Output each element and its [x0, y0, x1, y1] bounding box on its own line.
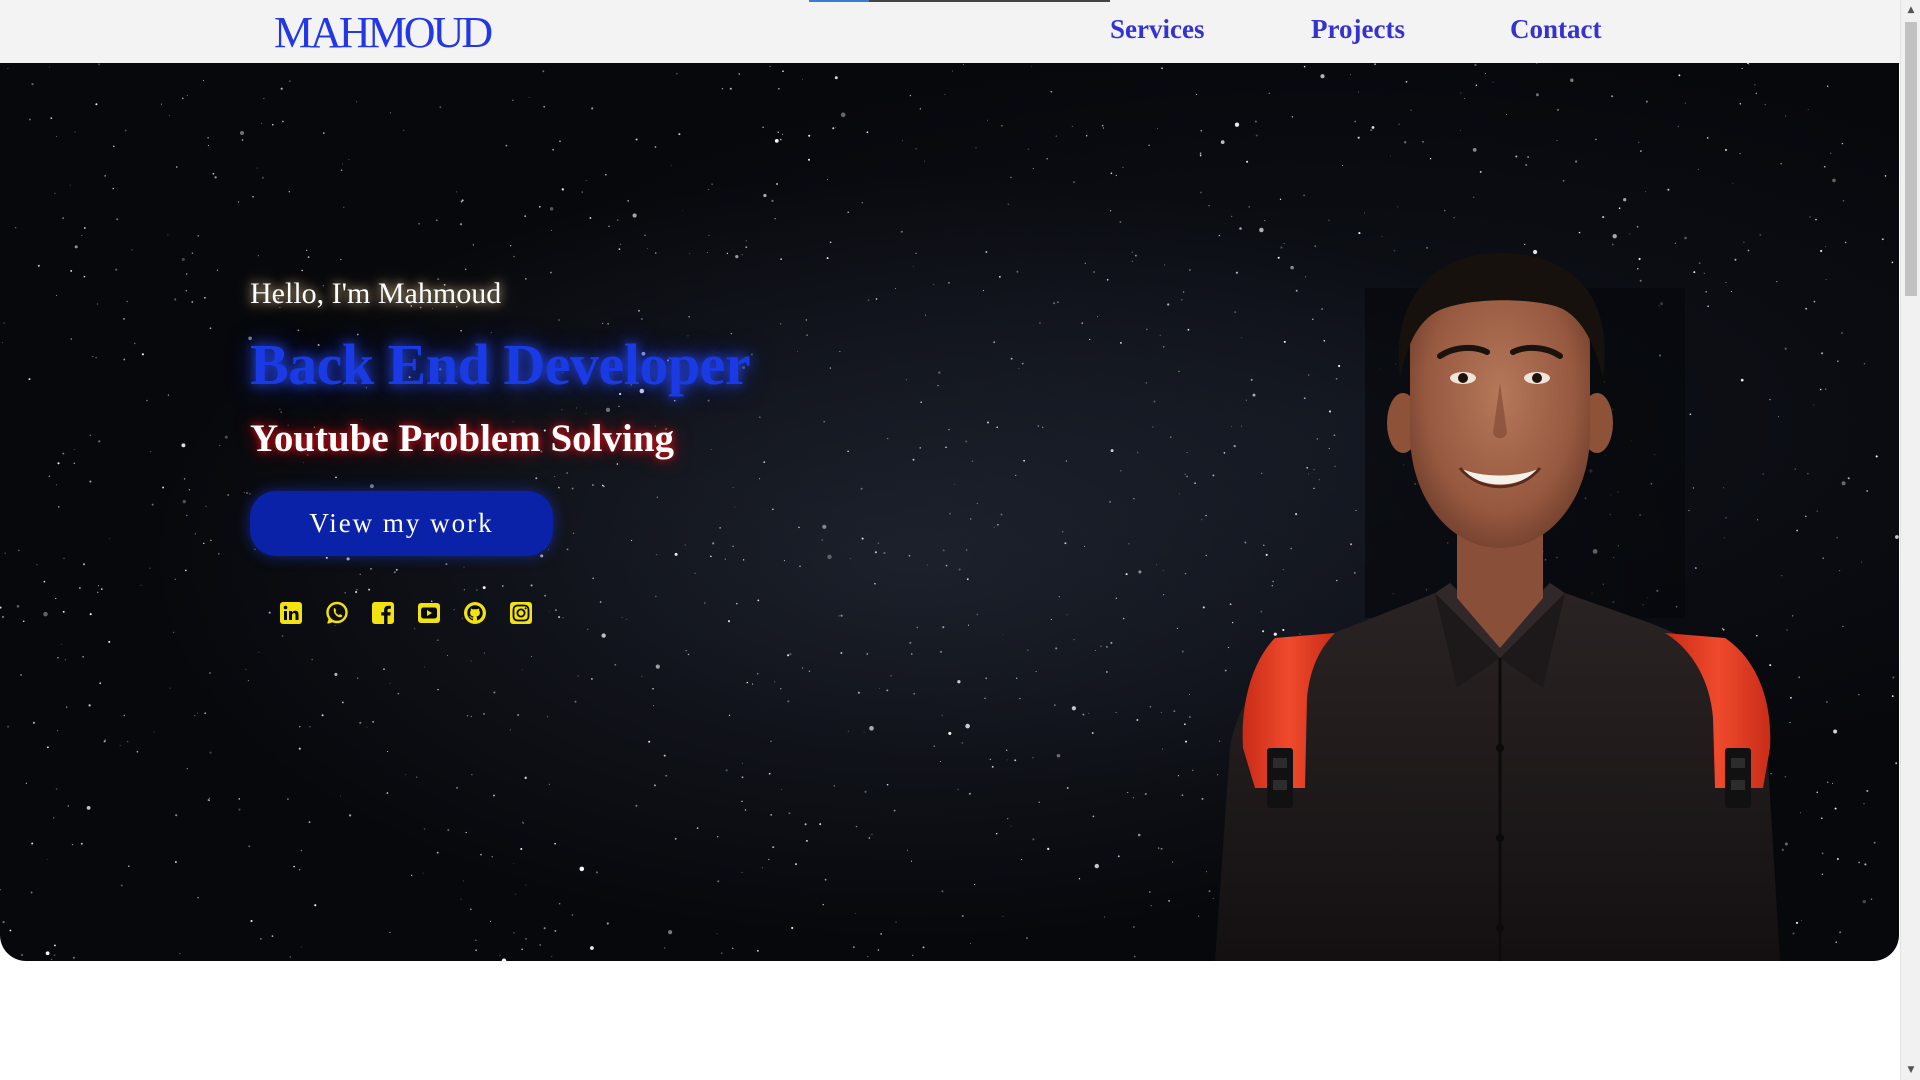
- hero-greeting: Hello, I'm Mahmoud: [250, 277, 502, 310]
- site-logo[interactable]: MAHMOUD: [274, 9, 493, 57]
- view-my-work-button[interactable]: View my work: [250, 491, 553, 556]
- instagram-icon[interactable]: [508, 600, 534, 626]
- hero-role-title: Back End Developer: [250, 332, 751, 397]
- youtube-icon[interactable]: [416, 600, 442, 626]
- scroll-progress-fill: [809, 0, 870, 2]
- nav-link-contact[interactable]: Contact: [1510, 14, 1601, 45]
- hero-subtitle: Youtube Problem Solving: [250, 417, 675, 460]
- portrait-photo: [1215, 253, 1780, 961]
- whatsapp-icon[interactable]: [324, 600, 350, 626]
- vertical-scrollbar[interactable]: ▲ ▼: [1900, 0, 1920, 1080]
- nav-link-projects[interactable]: Projects: [1311, 14, 1405, 45]
- page: MAHMOUD Services Projects Contact Hello,…: [0, 0, 1920, 1080]
- scroll-down-arrow-icon[interactable]: ▼: [1901, 1062, 1920, 1078]
- github-icon[interactable]: [462, 600, 488, 626]
- facebook-icon[interactable]: [370, 600, 396, 626]
- scroll-progress-bar: [809, 0, 1110, 2]
- nav-link-services[interactable]: Services: [1110, 14, 1204, 45]
- hero-section: Hello, I'm Mahmoud Back End Developer Yo…: [0, 63, 1899, 961]
- linkedin-icon[interactable]: [278, 600, 304, 626]
- navbar: MAHMOUD Services Projects Contact: [0, 0, 1900, 64]
- scroll-up-arrow-icon[interactable]: ▲: [1901, 2, 1920, 18]
- scrollbar-thumb[interactable]: [1905, 22, 1917, 296]
